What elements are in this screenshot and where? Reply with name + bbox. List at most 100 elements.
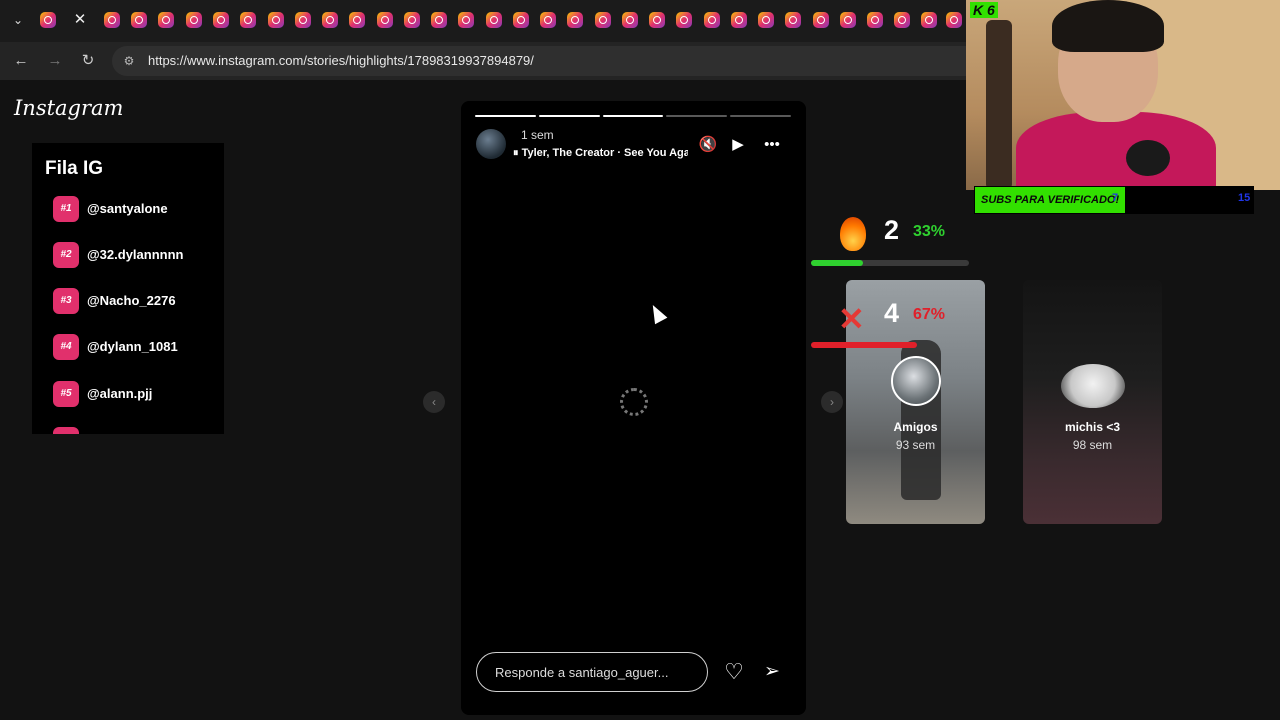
tab-instagram-favicon[interactable] [731, 12, 747, 28]
next-story-arrow-icon[interactable]: › [821, 391, 843, 413]
fire-vote-bar [811, 260, 969, 266]
mute-icon[interactable]: 🔇 [697, 135, 719, 155]
tab-instagram-favicon[interactable] [840, 12, 856, 28]
music-bars-icon: ⏸ [513, 147, 522, 159]
previous-story-arrow-icon[interactable]: ‹ [423, 391, 445, 413]
queue-rank-badge: #5 [53, 381, 79, 407]
highlight-age: 98 sem [1072, 438, 1113, 452]
queue-username: @dylann_1081 [87, 339, 178, 354]
cross-vote-percent: 67% [913, 306, 946, 323]
fire-vote-bar-fill [811, 260, 864, 266]
tab-instagram-favicon[interactable] [240, 12, 256, 28]
url-text[interactable]: https://www.instagram.com/stories/highli… [148, 53, 534, 68]
like-heart-icon[interactable]: ♡ [721, 659, 747, 685]
story-viewer[interactable]: 1 sem ⏸ Tyler, The Creator · See You Aga… [461, 101, 806, 715]
ig-queue-panel: Fila IG #1 @santyalone #2 @32.dylannnnn … [32, 143, 224, 434]
instagram-logo[interactable]: Instagram [14, 96, 123, 120]
queue-rank-badge: #1 [53, 196, 79, 222]
subs-goal-bar: SUBS PARA VERIFICADO! 7 15 [974, 186, 1254, 214]
tab-instagram-favicon[interactable] [458, 12, 474, 28]
address-bar: ← → ↻ ⚙ https://www.instagram.com/storie… [0, 42, 966, 80]
tab-instagram-favicon[interactable] [377, 12, 393, 28]
highlight-title: michis <3 [1064, 420, 1121, 434]
queue-rank-badge: #3 [53, 288, 79, 314]
story-progress-bar [475, 115, 791, 117]
tab-instagram-favicon[interactable] [431, 12, 447, 28]
story-timestamp: 1 sem [521, 128, 554, 142]
loading-spinner-icon [620, 388, 648, 416]
fire-vote-count: 2 [884, 215, 900, 245]
story-progress-segment [475, 115, 536, 117]
music-track: Tyler, The Creator · See You Aga [521, 147, 688, 159]
story-author-avatar[interactable] [476, 129, 506, 159]
tab-instagram-favicon[interactable] [758, 12, 774, 28]
queue-username: @Nacho_2276 [87, 293, 176, 308]
tab-instagram-favicon[interactable] [567, 12, 583, 28]
tab-instagram-favicon[interactable] [595, 12, 611, 28]
story-progress-segment [602, 115, 664, 117]
tab-instagram-favicon[interactable] [40, 12, 56, 28]
tab-instagram-favicon[interactable] [946, 12, 962, 28]
tab-instagram-favicon[interactable] [704, 12, 720, 28]
fire-icon [840, 217, 866, 251]
queue-username: @alann.pjj [87, 386, 153, 401]
tab-instagram-favicon[interactable] [104, 12, 120, 28]
queue-rank-badge: #2 [53, 242, 79, 268]
kick-logo: K 6 [970, 2, 998, 18]
tab-instagram-favicon[interactable] [649, 12, 665, 28]
highlight-card-michis[interactable]: michis <3 98 sem [1023, 280, 1162, 524]
tab-instagram-favicon[interactable] [131, 12, 147, 28]
tab-instagram-favicon[interactable] [813, 12, 829, 28]
send-icon[interactable]: ➢ [759, 659, 785, 685]
cross-icon: ✕ [838, 301, 865, 337]
queue-rank-badge [53, 427, 79, 434]
highlight-title: Amigos [893, 420, 938, 434]
tab-instagram-favicon[interactable] [186, 12, 202, 28]
tab-instagram-favicon[interactable] [486, 12, 502, 28]
highlight-age: 93 sem [895, 438, 936, 452]
cross-vote-bar [811, 342, 969, 348]
tab-instagram-favicon[interactable] [158, 12, 174, 28]
microphone-icon [1126, 140, 1170, 176]
story-progress-segment [730, 115, 791, 117]
fire-vote-percent: 33% [913, 223, 946, 240]
guitar-image [986, 20, 1012, 190]
highlight-avatar [891, 356, 941, 406]
queue-rank-badge: #4 [53, 334, 79, 360]
subs-current: 7 [1112, 192, 1119, 204]
reply-input[interactable]: Responde a santiago_aguer... [476, 652, 708, 692]
tab-instagram-favicon[interactable] [268, 12, 284, 28]
queue-title: Fila IG [45, 158, 104, 179]
tab-instagram-favicon[interactable] [322, 12, 338, 28]
back-arrow-icon[interactable]: ← [11, 51, 31, 71]
tab-instagram-favicon[interactable] [867, 12, 883, 28]
tab-instagram-favicon[interactable] [894, 12, 910, 28]
story-progress-segment [538, 115, 600, 117]
reload-icon[interactable]: ↻ [78, 51, 98, 71]
more-options-icon[interactable]: ••• [761, 135, 783, 155]
forward-arrow-icon[interactable]: → [45, 51, 65, 71]
tab-instagram-favicon[interactable] [622, 12, 638, 28]
story-music-label[interactable]: ⏸ Tyler, The Creator · See You Aga [513, 147, 688, 160]
tab-instagram-favicon[interactable] [513, 12, 529, 28]
close-tab-icon[interactable]: ✕ [70, 10, 90, 30]
cat-photo [1061, 364, 1125, 408]
url-field[interactable]: ⚙ https://www.instagram.com/stories/high… [112, 46, 966, 76]
tab-instagram-favicon[interactable] [676, 12, 692, 28]
play-icon[interactable]: ▶ [727, 135, 749, 155]
tab-instagram-favicon[interactable] [295, 12, 311, 28]
tab-instagram-favicon[interactable] [349, 12, 365, 28]
queue-username: @santyalone [87, 201, 168, 216]
cross-vote-count: 4 [884, 298, 900, 328]
tab-instagram-favicon[interactable] [540, 12, 556, 28]
tab-instagram-favicon[interactable] [785, 12, 801, 28]
subs-goal-label: SUBS PARA VERIFICADO! [975, 187, 1126, 213]
site-settings-icon[interactable]: ⚙ [120, 52, 138, 70]
streamer-shirt [1016, 112, 1216, 190]
story-progress-segment [666, 115, 728, 117]
tab-instagram-favicon[interactable] [921, 12, 937, 28]
streamer-hair [1052, 0, 1164, 52]
tab-instagram-favicon[interactable] [213, 12, 229, 28]
tab-instagram-favicon[interactable] [404, 12, 420, 28]
tab-search-dropdown-icon[interactable]: ⌄ [8, 10, 28, 30]
